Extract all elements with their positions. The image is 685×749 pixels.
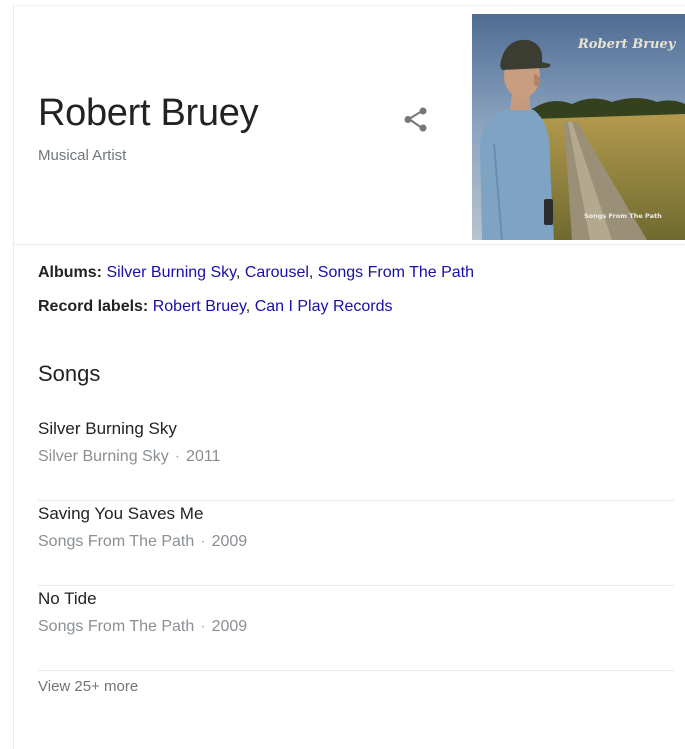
song-title: No Tide <box>38 589 97 608</box>
song-year: 2009 <box>211 533 248 550</box>
song-meta: Songs From The Path · 2009 <box>38 616 674 638</box>
song-album: Songs From The Path <box>38 533 195 550</box>
album-link[interactable]: Carousel <box>245 264 309 281</box>
facts-list: Albums: Silver Burning Sky, Carousel, So… <box>38 262 474 330</box>
song-year: 2011 <box>186 448 221 465</box>
song-separator: · <box>200 533 206 550</box>
divider <box>14 244 685 245</box>
fact-albums: Albums: Silver Burning Sky, Carousel, So… <box>38 264 475 281</box>
knowledge-panel: Robert Bruey Musical Artist Robert Bruey… <box>13 5 685 749</box>
fact-record-labels: Record labels: Robert Bruey, Can I Play … <box>38 298 393 315</box>
fact-record-labels-label: Record labels: <box>38 298 149 315</box>
song-separator: · <box>200 618 206 635</box>
song-meta: Silver Burning Sky · 2011 <box>38 446 674 468</box>
share-button[interactable] <box>398 102 434 138</box>
entity-title: Robert Bruey <box>38 92 259 134</box>
song-item[interactable]: Saving You Saves Me Songs From The Path ·… <box>38 501 674 586</box>
panel-header: Robert Bruey Musical Artist Robert Bruey… <box>14 6 685 242</box>
record-label-link[interactable]: Robert Bruey <box>153 298 246 315</box>
cover-album-text: Songs From The Path <box>584 212 662 220</box>
song-title: Silver Burning Sky <box>38 419 177 438</box>
song-album: Songs From The Path <box>38 618 195 635</box>
song-meta: Songs From The Path · 2009 <box>38 531 674 553</box>
song-item[interactable]: Silver Burning Sky Silver Burning Sky · 20… <box>38 416 674 501</box>
song-title: Saving You Saves Me <box>38 504 204 523</box>
songs-heading: Songs <box>38 361 101 386</box>
song-separator: · <box>174 448 181 465</box>
view-more-link[interactable]: View 25+ more <box>38 678 138 695</box>
record-label-link[interactable]: Can I Play Records <box>255 298 393 315</box>
entity-subtitle: Musical Artist <box>38 147 127 164</box>
album-link[interactable]: Songs From The Path <box>318 264 474 281</box>
song-item[interactable]: No Tide Songs From The Path · 2009 <box>38 586 674 671</box>
songs-list: Silver Burning Sky Silver Burning Sky · 20… <box>38 416 674 671</box>
song-album: Silver Burning Sky <box>38 448 169 465</box>
album-cover-image[interactable]: Robert Bruey Songs From The Path <box>472 14 685 240</box>
fact-albums-label: Albums: <box>38 264 102 281</box>
cover-title-text: Robert Bruey <box>577 37 677 52</box>
share-icon <box>404 107 427 132</box>
album-link[interactable]: Silver Burning Sky <box>106 264 236 281</box>
song-year: 2009 <box>211 618 248 635</box>
